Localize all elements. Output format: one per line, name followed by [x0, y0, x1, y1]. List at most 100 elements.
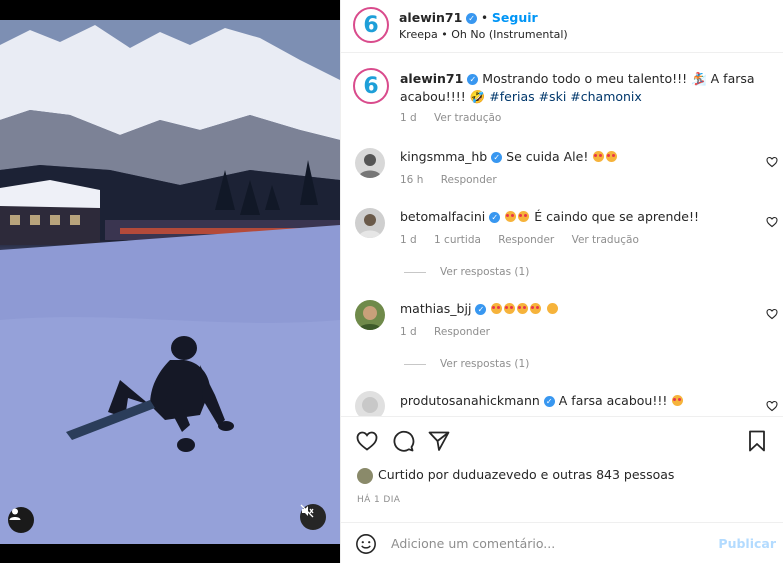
- caption-hashtags[interactable]: #ferias #ski #chamonix: [489, 89, 642, 104]
- verified-icon: ✓: [467, 74, 479, 85]
- view-replies-button[interactable]: Ver respostas (1): [404, 266, 529, 278]
- caption-author-avatar[interactable]: 6: [353, 68, 389, 104]
- author-avatar-logo: 6: [363, 12, 379, 38]
- post-actions: Curtido por duduazevedo e outras 843 pes…: [341, 416, 783, 522]
- comment-translate[interactable]: Ver tradução: [572, 234, 639, 246]
- separator-dot: •: [480, 11, 489, 25]
- author-avatar[interactable]: 6: [353, 7, 389, 43]
- view-replies-label: Ver respostas (1): [440, 266, 530, 278]
- post-video[interactable]: [0, 0, 340, 563]
- comment-item: produtosanahickmann ✓ A farsa acabou!!!: [341, 390, 783, 416]
- avatar-photo: [358, 154, 382, 178]
- comment-text: produtosanahickmann ✓ A farsa acabou!!!: [400, 392, 684, 410]
- snowboard-scene: [0, 20, 340, 544]
- comment-composer: Publicar: [341, 522, 783, 563]
- verified-icon: ✓: [489, 212, 501, 223]
- comment-username[interactable]: betomalfacini: [400, 209, 485, 224]
- like-comment-heart-icon[interactable]: [766, 216, 778, 228]
- reply-button[interactable]: Responder: [498, 234, 554, 246]
- comment-time: 16 h: [400, 174, 424, 186]
- caption: 6 alewin71 ✓ Mostrando todo o meu talent…: [341, 68, 783, 130]
- heart-eyes-emoji-icon: [491, 303, 503, 314]
- view-replies-label: Ver respostas (1): [440, 358, 530, 370]
- commenter-avatar[interactable]: [355, 391, 385, 416]
- heart-eyes-emoji-icon: [504, 303, 516, 314]
- mute-button[interactable]: [300, 504, 326, 530]
- follow-button[interactable]: Seguir: [492, 10, 538, 25]
- post-date: HÁ 1 DIA: [357, 495, 401, 505]
- liker-avatar: [357, 467, 373, 484]
- comment-body: Se cuida Ale!: [506, 149, 589, 164]
- heart-eyes-emoji-icon: [505, 211, 517, 222]
- heart-eyes-emoji-icon: [518, 211, 530, 222]
- comment-item: mathias_bjj ✓ 1 d Responder Ver resposta…: [341, 298, 783, 378]
- author-username[interactable]: alewin71: [399, 10, 462, 25]
- comment-item: betomalfacini ✓ É caindo que se aprende!…: [341, 206, 783, 286]
- share-paper-plane-icon[interactable]: [427, 429, 451, 453]
- comment-meta: 1 d 1 curtida Responder Ver tradução: [400, 234, 653, 246]
- comment-text: betomalfacini ✓ É caindo que se aprende!…: [400, 208, 699, 226]
- comment-input[interactable]: [391, 533, 691, 553]
- comment-username[interactable]: produtosanahickmann: [400, 393, 540, 408]
- comment-meta: 1 d Responder: [400, 326, 504, 338]
- verified-icon: ✓: [491, 152, 503, 163]
- comment-text: mathias_bjj ✓: [400, 300, 559, 318]
- verified-icon: ✓: [475, 304, 487, 315]
- tagged-users-button[interactable]: [8, 507, 34, 533]
- save-bookmark-icon[interactable]: [745, 429, 769, 453]
- commenter-avatar[interactable]: [355, 300, 385, 330]
- post-side-panel: 6 alewin71 ✓ • Seguir Kreepa • Oh No (In…: [340, 0, 783, 563]
- comment-meta: 16 h Responder: [400, 174, 511, 186]
- liked-by-text: Curtido por duduazevedo e outras 843 pes…: [378, 467, 675, 482]
- post-dialog: 6 alewin71 ✓ • Seguir Kreepa • Oh No (In…: [0, 0, 783, 563]
- comment-body: É caindo que se aprende!!: [534, 209, 700, 224]
- avatar-photo: [358, 306, 382, 330]
- comment-bubble-icon[interactable]: [391, 429, 415, 453]
- comment-item: kingsmma_hb ✓ Se cuida Ale! 16 h Respond…: [341, 146, 783, 196]
- video-frame[interactable]: [0, 20, 340, 544]
- caption-avatar-logo: 6: [363, 73, 379, 99]
- like-heart-icon[interactable]: [355, 429, 379, 453]
- caption-author[interactable]: alewin71: [400, 71, 463, 86]
- post-header: 6 alewin71 ✓ • Seguir Kreepa • Oh No (In…: [341, 0, 783, 53]
- comment-time: 1 d: [400, 234, 417, 246]
- comment-likes[interactable]: 1 curtida: [434, 234, 481, 246]
- avatar-photo: [362, 397, 378, 413]
- commenter-avatar[interactable]: [355, 208, 385, 238]
- commenter-avatar[interactable]: [355, 148, 385, 178]
- reply-button[interactable]: Responder: [441, 174, 497, 186]
- heart-eyes-emoji-icon: [593, 151, 605, 162]
- like-comment-heart-icon[interactable]: [766, 400, 778, 412]
- heart-eyes-emoji-icon: [517, 303, 529, 314]
- caption-translate[interactable]: Ver tradução: [434, 112, 501, 124]
- comment-text: kingsmma_hb ✓ Se cuida Ale!: [400, 148, 618, 166]
- raised-hands-emoji-icon: [547, 303, 559, 314]
- verified-icon: ✓: [466, 13, 478, 24]
- caption-text: alewin71 ✓ Mostrando todo o meu talento!…: [400, 70, 770, 106]
- view-replies-button[interactable]: Ver respostas (1): [404, 358, 529, 370]
- caption-time: 1 d: [400, 112, 417, 124]
- comment-username[interactable]: kingsmma_hb: [400, 149, 487, 164]
- replies-divider: [404, 363, 426, 365]
- header-author-line: alewin71 ✓ • Seguir: [399, 10, 538, 25]
- audio-attribution[interactable]: Kreepa • Oh No (Instrumental): [399, 28, 568, 41]
- like-comment-heart-icon[interactable]: [766, 156, 778, 168]
- comment-username[interactable]: mathias_bjj: [400, 301, 471, 316]
- heart-eyes-emoji-icon: [530, 303, 542, 314]
- comments-list[interactable]: 6 alewin71 ✓ Mostrando todo o meu talent…: [341, 54, 783, 416]
- comment-body: A farsa acabou!!!: [558, 393, 668, 408]
- reply-button[interactable]: Responder: [434, 326, 490, 338]
- laughing-emoji-icon: [672, 395, 684, 406]
- liked-by[interactable]: Curtido por duduazevedo e outras 843 pes…: [357, 467, 674, 484]
- comment-time: 1 d: [400, 326, 417, 338]
- user-icon: [9, 508, 21, 520]
- speaker-muted-icon: [300, 504, 314, 518]
- replies-divider: [404, 271, 426, 273]
- verified-icon: ✓: [543, 396, 555, 407]
- publish-button[interactable]: Publicar: [718, 536, 776, 551]
- heart-eyes-emoji-icon: [606, 151, 618, 162]
- like-comment-heart-icon[interactable]: [766, 308, 778, 320]
- caption-meta: 1 d Ver tradução: [400, 112, 515, 124]
- emoji-smiley-icon[interactable]: [355, 533, 377, 555]
- avatar-photo: [358, 214, 382, 238]
